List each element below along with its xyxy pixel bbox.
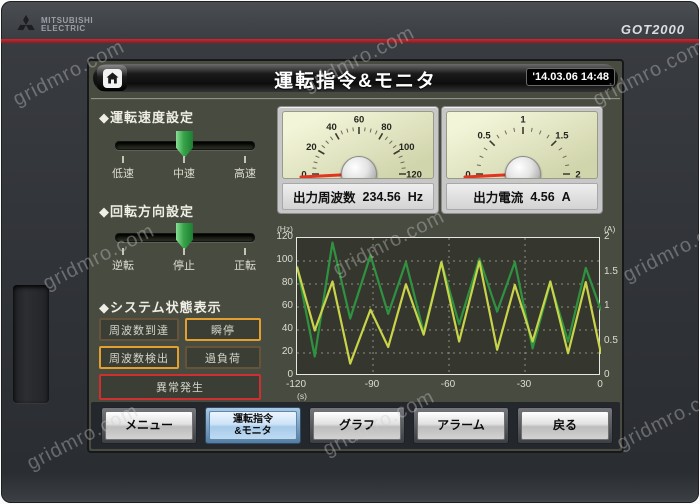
speed-option-mid: 中速 (173, 168, 195, 180)
speed-tick (122, 156, 124, 163)
bezel-side-slot (13, 285, 49, 403)
gauge-current-readout: 出力電流 4.56 A (446, 183, 598, 210)
gauge-frequency-readout: 出力周波数 234.56 Hz (282, 183, 434, 210)
speed-tick (183, 156, 185, 163)
speed-option-low: 低速 (112, 168, 134, 180)
brand-name-bottom: ELECTRIC (41, 24, 86, 33)
nav-button-graph[interactable]: グラフ (309, 407, 405, 444)
model-label: GOT2000 (620, 22, 685, 37)
left-axis-tick: 100 (276, 254, 293, 265)
svg-text:2: 2 (575, 170, 580, 180)
touch-screen: 運転指令&モニタ '14.03.06 14:48 ◆運転速度設定 低速 中速 高… (89, 61, 622, 451)
nav-button-operation-monitor[interactable]: 運転指令 &モニタ (205, 407, 301, 444)
direction-tick (122, 248, 124, 255)
direction-option-forward: 正転 (234, 260, 256, 272)
gauge-unit: A (561, 189, 571, 204)
left-axis-tick: 80 (281, 277, 293, 288)
gauge-name: 出力電流 (473, 191, 524, 205)
status-lamp-frequency-reached[interactable]: 周波数到達 (99, 318, 179, 341)
left-axis-tick: 60 (281, 300, 293, 311)
right-axis-unit: (A) (604, 224, 616, 234)
device-bezel: MITSUBISHI ELECTRIC GOT2000 運転指令&モニタ '14 (1, 1, 699, 503)
header-separator (91, 98, 620, 100)
gauge-current-dial: 0 0.5 1 1.5 2 (446, 111, 598, 179)
svg-text:80: 80 (381, 122, 392, 133)
gauge-panel-current: 0 0.5 1 1.5 2 出力電流 4.56 A (441, 106, 603, 214)
gauge-name: 出力周波数 (292, 191, 356, 205)
svg-text:100: 100 (399, 142, 415, 153)
nav-button-back[interactable]: 戻る (517, 407, 613, 444)
svg-text:0.5: 0.5 (477, 131, 491, 142)
right-axis-tick: 1 (604, 300, 610, 311)
svg-text:1.5: 1.5 (555, 131, 569, 142)
x-axis-tick: -60 (440, 379, 456, 390)
right-axis-tick: 1.5 (604, 265, 618, 277)
mitsubishi-diamonds-icon (17, 15, 35, 31)
x-axis-tick: -30 (516, 379, 532, 390)
gauge-unit: Hz (407, 189, 424, 204)
x-axis-unit: (s) (297, 391, 307, 401)
direction-tick (244, 248, 246, 255)
direction-option-stop: 停止 (173, 260, 195, 272)
bezel-accent-stripe (1, 39, 699, 43)
x-axis-tick: 0 (597, 379, 603, 390)
svg-text:120: 120 (406, 170, 422, 180)
gauge-value: 4.56 (530, 189, 555, 204)
direction-option-reverse: 逆転 (112, 260, 134, 272)
hmi-device-photo: MITSUBISHI ELECTRIC GOT2000 運転指令&モニタ '14 (0, 0, 700, 504)
nav-button-alarm[interactable]: アラーム (413, 407, 509, 444)
speed-tick (244, 156, 246, 163)
status-lamp-instantaneous-stop[interactable]: 瞬停 (185, 318, 261, 341)
status-lamp-fault[interactable]: 異常発生 (99, 374, 261, 400)
svg-text:40: 40 (326, 122, 337, 133)
gauge-frequency-dial: 0 20 40 60 80 100 120 (282, 111, 434, 179)
left-axis-unit: (Hz) (276, 224, 293, 234)
left-axis-tick: 20 (281, 346, 293, 357)
chart-plot-area (296, 237, 601, 376)
direction-tick (183, 248, 185, 255)
trend-chart: 0 20 40 60 80 100 120 0 0.5 1 1.5 2 -120 -90 -60 -30 0 (H… (275, 224, 621, 424)
right-axis-tick: 0.5 (604, 334, 618, 346)
direction-section-title: ◆回転方向設定 (99, 204, 194, 219)
brand-logo: MITSUBISHI ELECTRIC (17, 14, 93, 36)
left-axis-tick: 40 (281, 323, 293, 334)
status-lamp-frequency-detect[interactable]: 周波数検出 (99, 346, 179, 369)
svg-text:1: 1 (520, 115, 526, 126)
status-section-title: ◆システム状態表示 (99, 300, 222, 315)
gauge-value: 234.56 (362, 189, 401, 204)
x-axis-tick: -90 (364, 379, 380, 390)
nav-bar: メニュー 運転指令 &モニタ グラフ アラーム 戻る (91, 402, 620, 449)
clock-display: '14.03.06 14:48 (526, 68, 615, 86)
nav-button-menu[interactable]: メニュー (101, 407, 197, 444)
direction-slider-handle[interactable] (176, 223, 193, 250)
speed-option-high: 高速 (234, 168, 256, 180)
gauge-panel-frequency: 0 20 40 60 80 100 120 出力周波数 234.56 Hz (277, 106, 439, 214)
status-lamp-overload[interactable]: 過負荷 (185, 346, 261, 369)
x-axis-tick: -120 (285, 379, 306, 390)
svg-text:20: 20 (306, 142, 317, 153)
speed-section-title: ◆運転速度設定 (99, 110, 194, 125)
speed-slider-handle[interactable] (176, 131, 193, 158)
svg-text:60: 60 (354, 115, 365, 126)
